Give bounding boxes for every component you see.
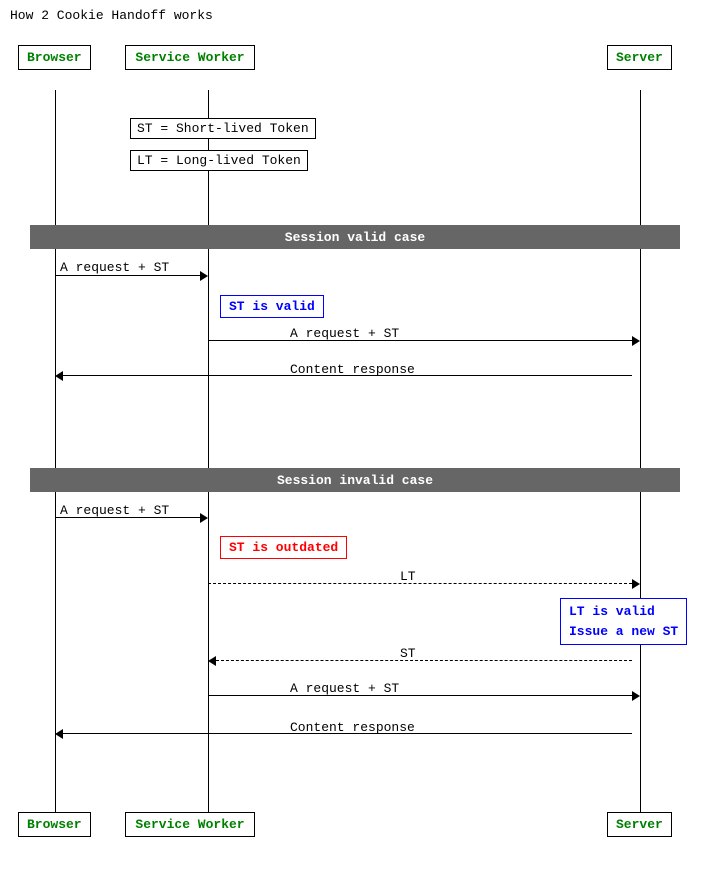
arrow-req-st-4: [208, 695, 640, 696]
service-worker-actor-bottom: Service Worker: [125, 812, 255, 837]
lt-valid-box: LT is validIssue a new ST: [560, 598, 687, 645]
label-content-resp-1: Content response: [290, 362, 415, 377]
arrow-req-st-2: [208, 340, 640, 341]
server-lifeline: [640, 90, 641, 822]
label-st-back: ST: [400, 646, 416, 661]
st-definition: ST = Short-lived Token: [130, 118, 316, 139]
server-actor-bottom: Server: [607, 812, 672, 837]
arrow-lt-1: [208, 583, 640, 584]
diagram-title: How 2 Cookie Handoff works: [10, 8, 213, 23]
browser-lifeline: [55, 90, 56, 822]
lt-definition: LT = Long-lived Token: [130, 150, 308, 171]
label-req-st-3: A request + ST: [60, 503, 169, 518]
label-req-st-2: A request + ST: [290, 326, 399, 341]
diagram-container: How 2 Cookie Handoff works Browser Servi…: [0, 0, 710, 872]
label-req-st-1: A request + ST: [60, 260, 169, 275]
session-valid-bar: Session valid case: [30, 225, 680, 249]
st-valid-box: ST is valid: [220, 295, 324, 318]
arrow-req-st-1: [55, 275, 208, 276]
service-worker-actor-top: Service Worker: [125, 45, 255, 70]
service-worker-lifeline: [208, 90, 209, 822]
session-invalid-bar: Session invalid case: [30, 468, 680, 492]
st-outdated-box: ST is outdated: [220, 536, 347, 559]
label-content-resp-2: Content response: [290, 720, 415, 735]
arrow-st-back: [208, 660, 640, 661]
browser-actor-top: Browser: [18, 45, 91, 70]
label-lt-1: LT: [400, 569, 416, 584]
label-req-st-4: A request + ST: [290, 681, 399, 696]
browser-actor-bottom: Browser: [18, 812, 91, 837]
server-actor-top: Server: [607, 45, 672, 70]
